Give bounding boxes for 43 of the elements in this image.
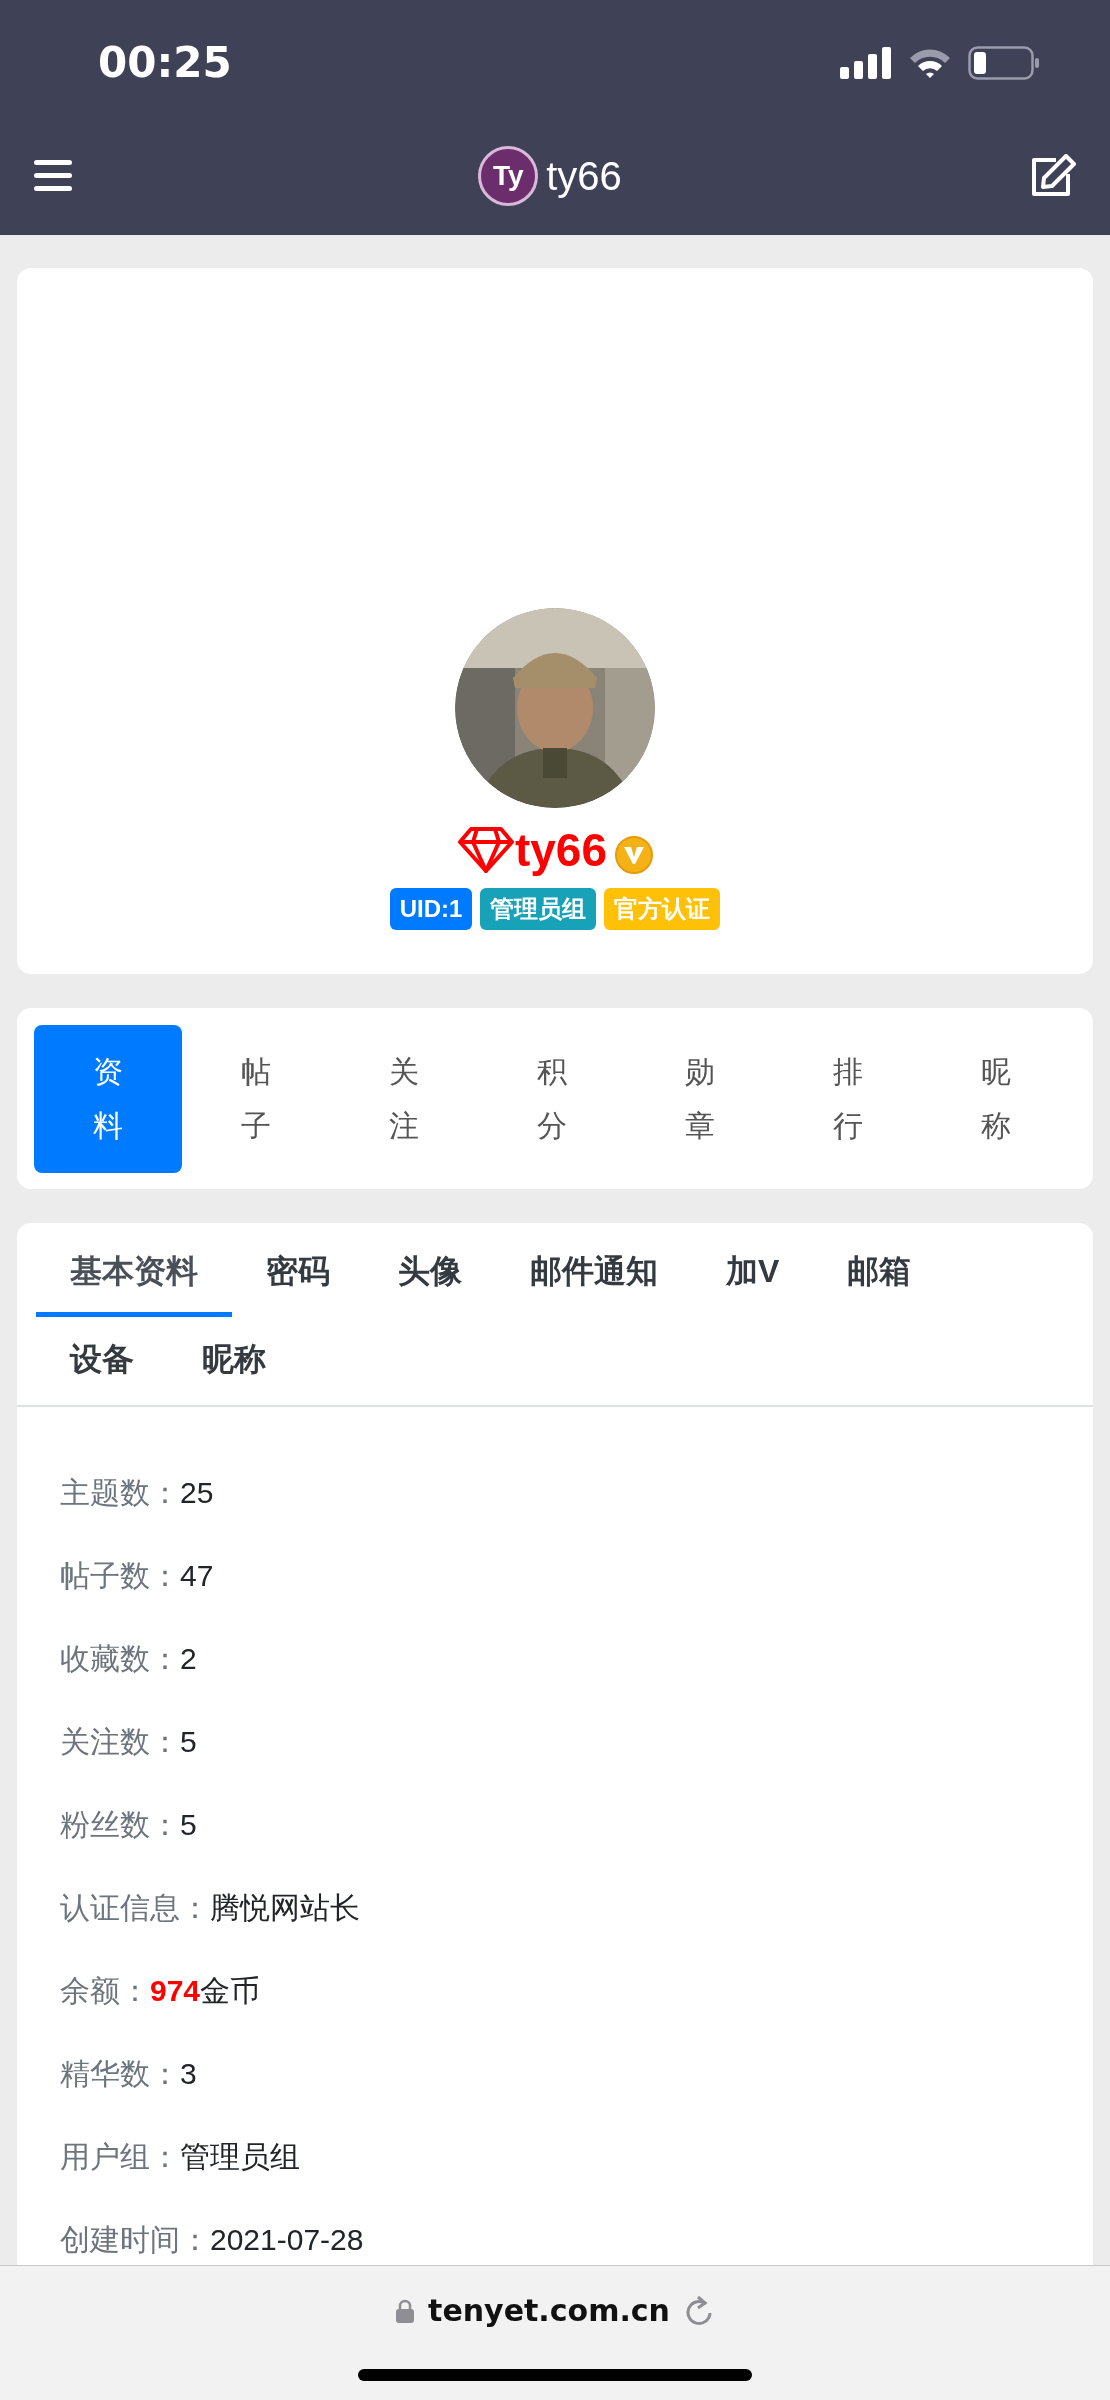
settings-tab[interactable]: 昵称 [168,1317,300,1405]
balance-unit: 金币 [200,1973,261,2009]
settings-tab[interactable]: 密码 [232,1229,364,1317]
menu-icon[interactable] [34,160,72,192]
reload-icon[interactable] [683,2294,714,2327]
info-value: 2021-07-28 [210,2222,364,2258]
signal-icon [840,46,892,79]
diamond-icon [456,826,515,874]
info-value: 47 [180,1558,214,1594]
info-label: 收藏数： [60,1641,180,1677]
info-label: 精华数： [60,2056,180,2092]
info-value: 3 [180,2056,197,2092]
site-title[interactable]: ty66 [546,146,622,206]
info-label: 粉丝数： [60,1807,180,1843]
balance-amount: 974 [150,1973,201,2009]
info-value: 腾悦网站长 [210,1890,360,1926]
settings-tab[interactable]: 基本资料 [36,1229,232,1317]
info-label: 创建时间： [60,2222,210,2258]
section-tab[interactable]: 资料 [34,1024,182,1173]
info-value: 5 [180,1807,197,1843]
info-label: 认证信息： [60,1890,210,1926]
lock-icon [396,2298,415,2323]
info-value: 2 [180,1641,197,1677]
info-label: 余额： [60,1973,150,2009]
user-tag: 官方认证 [604,888,721,930]
info-value: 25 [180,1475,214,1511]
settings-tab[interactable]: 邮件通知 [496,1229,692,1317]
settings-tab[interactable]: 加V [692,1229,814,1317]
info-label: 帖子数： [60,1558,180,1594]
info-value: 5 [180,1724,197,1760]
settings-tab[interactable]: 邮箱 [813,1229,946,1317]
user-tag: UID:1 [389,888,473,930]
user-tag: 管理员组 [480,888,597,930]
settings-tab[interactable]: 设备 [36,1317,168,1405]
info-label: 关注数： [60,1724,180,1760]
info-label: 主题数： [60,1475,180,1511]
info-label: 用户组： [60,2139,180,2175]
status-time: 00:25 [98,37,232,89]
battery-icon [968,45,1040,80]
url-text[interactable]: tenyet.com.cn [428,2288,670,2333]
settings-tab[interactable]: 头像 [364,1229,496,1317]
site-logo[interactable]: Ty [478,146,539,206]
info-value: 管理员组 [180,2139,300,2175]
